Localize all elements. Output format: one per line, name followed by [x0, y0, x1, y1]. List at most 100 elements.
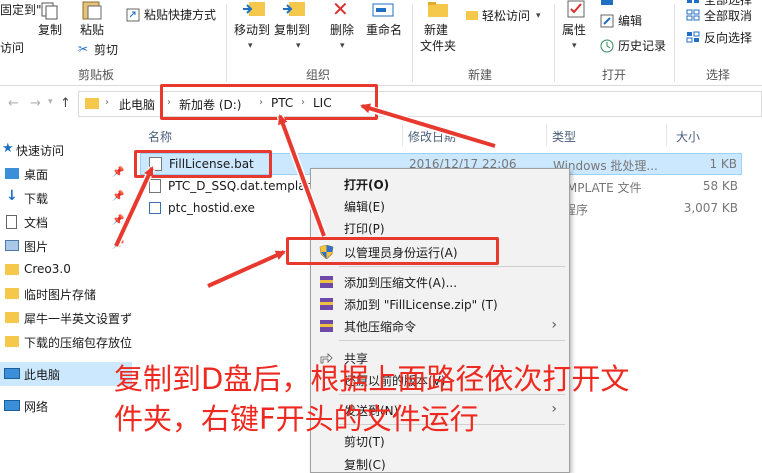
folder-icon: [5, 264, 19, 275]
delete-chevron-icon: ▾: [340, 41, 345, 51]
pin-quick-access-label-2[interactable]: 访问: [0, 40, 24, 56]
menu-item-label: 打印(P): [344, 222, 385, 236]
breadcrumb-ptc[interactable]: PTC: [271, 96, 293, 110]
pin-icon[interactable]: 📌: [112, 191, 124, 202]
nav-item-label: 网络: [24, 400, 49, 414]
pin-icon[interactable]: 📌: [112, 215, 124, 226]
copy-to-chevron-icon: ▾: [296, 41, 301, 51]
nav-item-quick-access[interactable]: ★ 快速访问: [0, 138, 132, 162]
ribbon-divider: [226, 4, 227, 82]
menu-item-label: 编辑(E): [344, 200, 385, 214]
uac-shield-icon: [319, 245, 334, 259]
nav-item-folder[interactable]: 临时图片存储: [0, 282, 132, 306]
address-bar[interactable]: › 此电脑 › 新加卷 (D:) › PTC › LIC: [78, 91, 762, 117]
nav-item-downloads[interactable]: ↓ 下载 📌: [0, 186, 132, 210]
menu-item-edit[interactable]: 编辑(E): [311, 195, 569, 217]
new-group-label: 新建: [468, 68, 493, 82]
ribbon: 固定到"快 访问 复制 粘贴 粘贴快捷方式 ✂ 剪切 剪贴板 移动到 ▾ 复制到…: [0, 0, 762, 86]
column-divider[interactable]: [402, 124, 403, 146]
nav-item-desktop[interactable]: 桌面 📌: [0, 162, 132, 186]
menu-item-label: 打开(O): [344, 178, 390, 192]
nav-item-pictures[interactable]: 图片 📌: [0, 234, 132, 258]
file-name: ptc_hostid.exe: [168, 201, 255, 215]
menu-item-add-to-archive[interactable]: 添加到压缩文件(A)...: [311, 271, 569, 293]
nav-item-folder[interactable]: 犀牛一半英文设置ず: [0, 306, 132, 330]
submenu-arrow-icon: ›: [551, 317, 557, 333]
forward-arrow-icon[interactable]: →: [30, 96, 41, 111]
file-name: FillLicense.bat: [169, 157, 254, 171]
network-icon: [4, 400, 20, 411]
breadcrumb-separator-icon[interactable]: ›: [301, 97, 305, 108]
select-group-label: 选择: [706, 68, 731, 82]
breadcrumb-separator-icon[interactable]: ›: [167, 97, 171, 108]
menu-item-other-compress[interactable]: 其他压缩命令 ›: [311, 315, 569, 337]
easy-access-label: 轻松访问: [482, 9, 531, 23]
nav-item-folder[interactable]: 下载的压缩包存放位: [0, 330, 132, 354]
back-arrow-icon[interactable]: ←: [8, 96, 19, 111]
recent-chevron-icon[interactable]: ▾: [48, 97, 53, 107]
column-header-type[interactable]: 类型: [552, 128, 576, 145]
folder-icon: [85, 98, 99, 109]
new-folder-label-2: 文件夹: [420, 39, 457, 53]
breadcrumb-separator-icon[interactable]: ›: [105, 97, 109, 108]
menu-item-label: 其他压缩命令: [344, 320, 417, 334]
column-divider[interactable]: [666, 124, 667, 146]
nav-item-label: 犀牛一半英文设置ず: [24, 312, 133, 326]
document-icon: [6, 215, 17, 229]
nav-item-label: 下载: [24, 192, 49, 206]
file-size: 3,007 KB: [683, 201, 738, 215]
nav-item-folder[interactable]: Creo3.0: [0, 258, 132, 282]
menu-item-copy[interactable]: 复制(C): [311, 453, 569, 473]
file-size: 1 KB: [709, 157, 737, 171]
nav-item-documents[interactable]: 文档 📌: [0, 210, 132, 234]
menu-item-run-as-admin[interactable]: 以管理员身份运行(A): [311, 241, 569, 263]
annotation-line-1: 复制到D盘后，根据上面路径依次打开文: [114, 362, 630, 396]
column-divider[interactable]: [546, 124, 547, 146]
column-header-size[interactable]: 大小: [676, 128, 700, 145]
properties-label: 属性: [562, 23, 587, 37]
address-row: ← → ▾ ↑ › 此电脑 › 新加卷 (D:) › PTC › LIC: [0, 88, 762, 120]
properties-icon: [567, 0, 585, 18]
rename-label: 重命名: [366, 23, 403, 37]
move-to-icon: [243, 2, 265, 16]
folder-icon: [5, 288, 19, 299]
star-icon: ★: [2, 141, 14, 156]
nav-item-this-pc[interactable]: 此电脑: [0, 362, 132, 386]
nav-item-network[interactable]: 网络: [0, 394, 132, 418]
edit-icon: [600, 14, 614, 28]
cut-label: 剪切: [94, 43, 119, 57]
paste-shortcut-label: 粘贴快捷方式: [144, 8, 217, 22]
history-icon: [600, 39, 614, 53]
folder-icon: [5, 336, 19, 347]
up-arrow-icon[interactable]: ↑: [60, 96, 71, 111]
column-header-name[interactable]: 名称: [148, 128, 172, 145]
new-folder-icon: [428, 2, 448, 17]
file-icon: [149, 179, 161, 193]
navigation-pane: ★ 快速访问 桌面 📌 ↓ 下载 📌 文档 📌 图片 📌 Creo3.0 临时图…: [0, 124, 132, 473]
breadcrumb-this-pc[interactable]: 此电脑: [119, 96, 155, 113]
menu-item-add-to-zip[interactable]: 添加到 "FillLicense.zip" (T): [311, 293, 569, 315]
nav-item-label: Creo3.0: [24, 262, 71, 276]
file-size: 58 KB: [702, 179, 738, 193]
pin-icon[interactable]: 📌: [112, 239, 124, 250]
paste-icon: [82, 1, 102, 20]
ribbon-divider: [412, 4, 413, 82]
breadcrumb-drive-d[interactable]: 新加卷 (D:): [179, 96, 241, 113]
exe-file-icon: [149, 202, 161, 214]
select-none-icon: [686, 9, 700, 21]
pin-icon[interactable]: 📌: [112, 167, 124, 178]
rename-icon: [372, 3, 394, 17]
scissors-icon: ✂: [78, 42, 89, 56]
open-icon: [601, 0, 613, 5]
ribbon-divider: [554, 4, 555, 82]
menu-item-open[interactable]: 打开(O): [311, 173, 569, 195]
breadcrumb-lic[interactable]: LIC: [313, 96, 332, 110]
nav-item-label: 图片: [24, 240, 49, 254]
menu-separator: [339, 266, 565, 267]
paste-shortcut-icon: [126, 8, 140, 22]
breadcrumb-separator-icon[interactable]: ›: [259, 97, 263, 108]
archive-icon: [320, 276, 333, 288]
menu-item-print[interactable]: 打印(P): [311, 217, 569, 239]
column-header-modified[interactable]: 修改日期: [408, 128, 456, 145]
edit-label: 编辑: [618, 14, 643, 28]
